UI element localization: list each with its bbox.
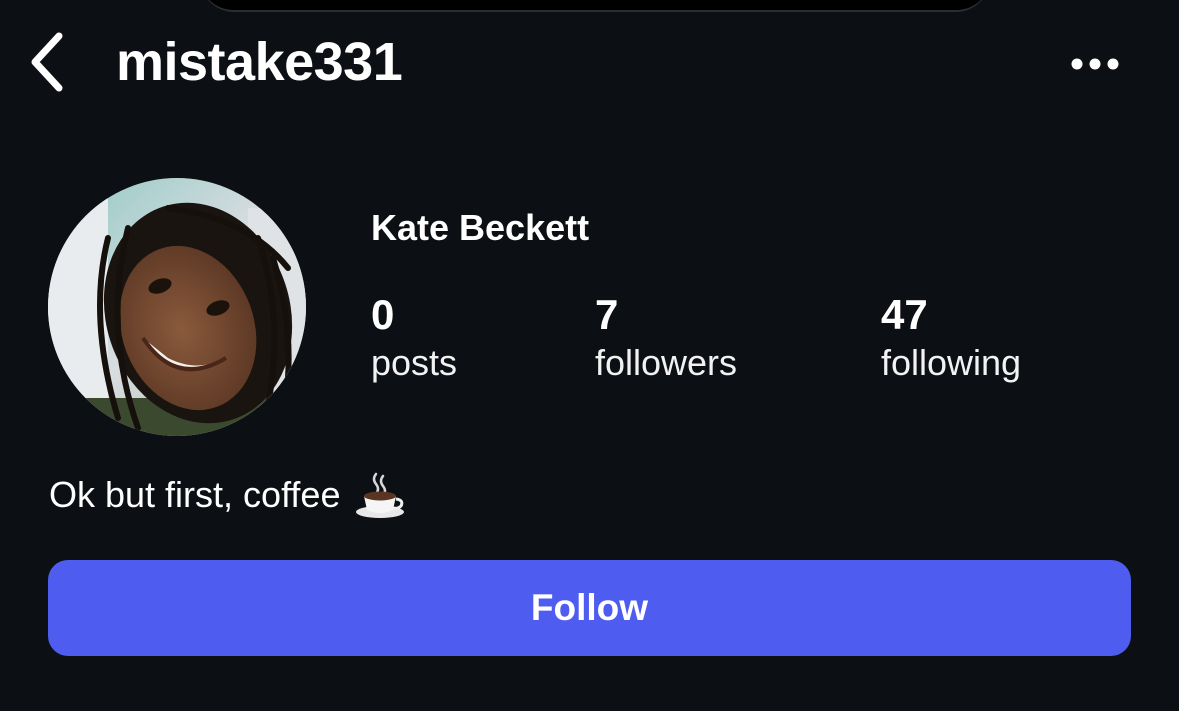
back-button[interactable] bbox=[22, 30, 72, 94]
more-options-button[interactable] bbox=[1062, 44, 1128, 84]
posts-label: posts bbox=[371, 342, 458, 383]
profile-photo bbox=[48, 178, 306, 436]
bio-text: Ok but first, coffee bbox=[49, 474, 341, 515]
following-stat[interactable]: 47 following bbox=[881, 290, 1021, 386]
followers-label: followers bbox=[595, 342, 738, 383]
coffee-cup-icon bbox=[356, 472, 405, 518]
following-label: following bbox=[881, 342, 1022, 383]
profile-bio: Ok but first, coffee bbox=[49, 470, 406, 520]
display-name: Kate Beckett bbox=[371, 207, 590, 248]
followers-count: 7 bbox=[595, 291, 619, 338]
ellipsis-horizontal-icon bbox=[1071, 58, 1119, 70]
posts-count: 0 bbox=[371, 291, 395, 338]
followers-stat[interactable]: 7 followers bbox=[595, 290, 737, 386]
profile-username: mistake331 bbox=[116, 32, 403, 92]
posts-stat[interactable]: 0 posts bbox=[371, 290, 457, 386]
device-notch bbox=[200, 0, 990, 12]
avatar[interactable] bbox=[48, 178, 306, 436]
follow-button[interactable]: Follow bbox=[48, 560, 1131, 656]
following-count: 47 bbox=[881, 291, 928, 338]
chevron-left-icon bbox=[31, 32, 63, 92]
